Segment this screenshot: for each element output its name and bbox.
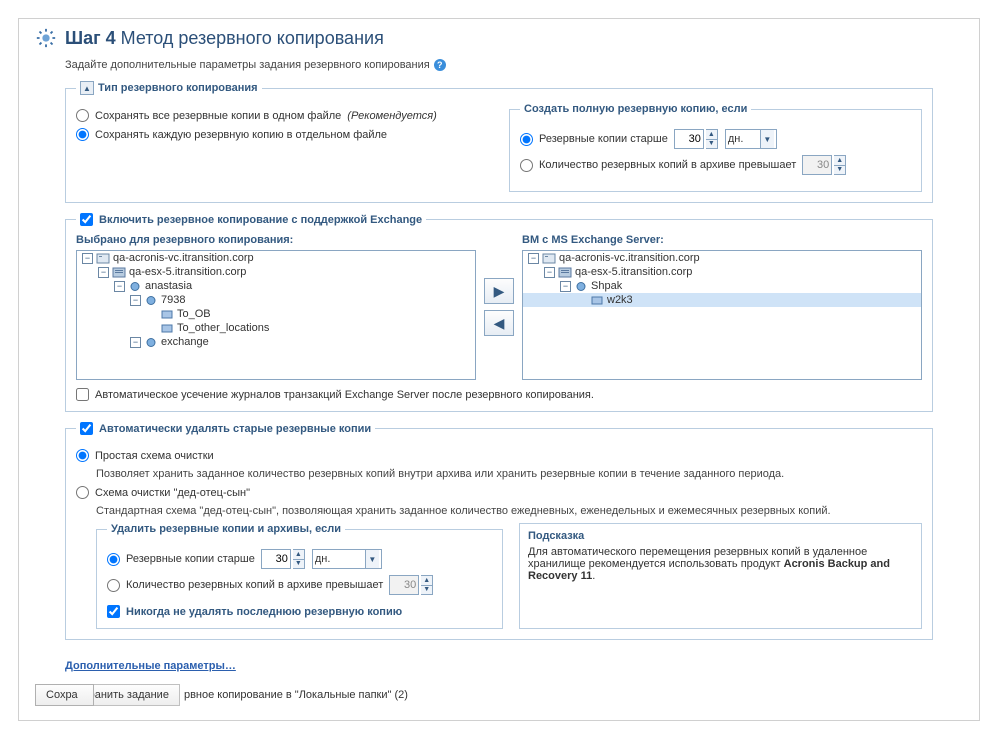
more-params-link[interactable]: Дополнительные параметры… [65,660,236,672]
tree-item[interactable]: − Shpak [523,279,921,293]
older-days-input[interactable] [674,129,704,149]
del-count-input[interactable] [389,575,419,595]
tree-toggle[interactable]: − [114,281,125,292]
radio-gfs-scheme[interactable]: Схема очистки "дед-отец-сын" [76,486,922,499]
tree-item-label: exchange [161,336,209,348]
older-unit-select[interactable]: дн. ▼ [725,129,777,149]
exchange-group: Включить резервное копирование с поддерж… [65,213,933,412]
exchange-legend: Включить резервное копирование с поддерж… [99,214,422,226]
disk-icon [160,309,174,320]
auto-delete-legend: Автоматически удалять старые резервные к… [99,423,371,435]
radio-del-count[interactable]: Количество резервных копий в архиве прев… [107,575,492,595]
host-icon [112,267,126,278]
footer-summary: рвное копирование в "Локальные папки" (2… [184,689,408,701]
never-delete-last-row[interactable]: Никогда не удалять последнюю резервную к… [107,605,492,618]
left-tree-title: Выбрано для резервного копирования: [76,234,476,246]
radio-simple-scheme[interactable]: Простая схема очистки [76,449,922,462]
radio-fullcopy-count[interactable]: Количество резервных копий в архиве прев… [520,155,911,175]
vm-icon [144,295,158,306]
help-icon[interactable]: ? [434,59,446,71]
tree-item[interactable]: − 7938 [77,293,475,307]
count-input[interactable] [802,155,832,175]
tree-item-label: anastasia [145,280,192,292]
hint-text: Для автоматического перемещения резервны… [528,546,913,582]
tree-toggle[interactable]: − [82,253,93,264]
move-left-button[interactable]: ◀ [484,310,514,336]
del-older-input[interactable] [261,549,291,569]
tree-item-label: qa-esx-5.itransition.corp [129,266,246,278]
tree-toggle[interactable]: − [130,337,141,348]
backup-type-legend: Тип резервного копирования [98,82,258,94]
tree-item[interactable]: To_other_locations [77,321,475,335]
del-older-unit-select[interactable]: дн. ▼ [312,549,382,569]
tree-item[interactable]: − qa-esx-5.itransition.corp [77,265,475,279]
right-tree[interactable]: −qa-acronis-vc.itransition.corp−qa-esx-5… [522,250,922,380]
tree-item-label: To_other_locations [177,322,269,334]
subtitle-text: Задайте дополнительные параметры задания… [65,59,430,71]
disk-icon [160,323,174,334]
vm-icon [144,337,158,348]
full-copy-group: Создать полную резервную копию, если Рез… [509,103,922,192]
server-icon [96,253,110,264]
tree-toggle[interactable]: − [544,267,555,278]
del-count-spinner[interactable]: ▲▼ [421,575,433,595]
gear-icon [35,27,57,49]
collapse-toggle[interactable]: ▲ [80,81,94,95]
radio-fullcopy-older[interactable]: Резервные копии старше ▲▼ дн. ▼ [520,129,911,149]
auto-delete-enable-checkbox[interactable] [80,422,93,435]
chevron-down-icon: ▼ [365,550,379,568]
tree-toggle[interactable]: − [528,253,539,264]
tree-toggle[interactable]: − [98,267,109,278]
never-delete-last-checkbox[interactable] [107,605,120,618]
gfs-scheme-desc: Стандартная схема "дед-отец-сын", позвол… [96,505,922,517]
delete-rules-group: Удалить резервные копии и архивы, если Р… [96,523,503,629]
tree-toggle[interactable]: − [130,295,141,306]
tree-item-label: qa-esx-5.itransition.corp [575,266,692,278]
tree-item[interactable]: − exchange [77,335,475,349]
tree-item[interactable]: To_OB [77,307,475,321]
backup-type-group: ▲ Тип резервного копирования Сохранять в… [65,81,933,203]
del-older-spinner[interactable]: ▲▼ [293,549,305,569]
right-tree-title: ВМ с MS Exchange Server: [522,234,922,246]
full-copy-legend: Создать полную резервную копию, если [520,103,751,115]
older-days-spinner[interactable]: ▲▼ [706,129,718,149]
tree-item-label: 7938 [161,294,185,306]
radio-single-file[interactable]: Сохранять все резервные копии в одном фа… [76,109,489,122]
page-title: Шаг 4 Метод резервного копирования [65,28,384,49]
tree-item-label: qa-acronis-vc.itransition.corp [559,252,700,264]
tree-item[interactable]: w2k3 [523,293,921,307]
move-right-button[interactable]: ▶ [484,278,514,304]
truncate-logs-checkbox[interactable] [76,388,89,401]
exchange-enable-checkbox[interactable] [80,213,93,226]
tree-item-label: w2k3 [607,294,633,306]
disk-icon [590,295,604,306]
chevron-down-icon: ▼ [760,130,774,148]
left-tree[interactable]: −qa-acronis-vc.itransition.corp−qa-esx-5… [76,250,476,380]
save-task-button[interactable]: Сохраx [35,684,94,706]
count-spinner[interactable]: ▲▼ [834,155,846,175]
tree-item-label: qa-acronis-vc.itransition.corp [113,252,254,264]
delete-rules-legend: Удалить резервные копии и архивы, если [107,523,345,535]
truncate-logs-checkbox-row[interactable]: Автоматическое усечение журналов транзак… [76,388,922,401]
auto-delete-group: Автоматически удалять старые резервные к… [65,422,933,640]
server-icon [542,253,556,264]
vm-icon [128,281,142,292]
hint-box: Подсказка Для автоматического перемещени… [519,523,922,629]
tree-toggle[interactable]: − [560,281,571,292]
tree-item[interactable]: − qa-esx-5.itransition.corp [523,265,921,279]
tree-item[interactable]: − qa-acronis-vc.itransition.corp [523,251,921,265]
vm-icon [574,281,588,292]
hint-title: Подсказка [528,530,913,542]
tree-item[interactable]: − qa-acronis-vc.itransition.corp [77,251,475,265]
simple-scheme-desc: Позволяет хранить заданное количество ре… [96,468,922,480]
tree-item-label: Shpak [591,280,622,292]
radio-separate-files[interactable]: Сохранять каждую резервную копию в отдел… [76,128,489,141]
host-icon [558,267,572,278]
radio-del-older[interactable]: Резервные копии старше ▲▼ дн. ▼ [107,549,492,569]
tree-item-label: To_OB [177,308,211,320]
tree-item[interactable]: − anastasia [77,279,475,293]
